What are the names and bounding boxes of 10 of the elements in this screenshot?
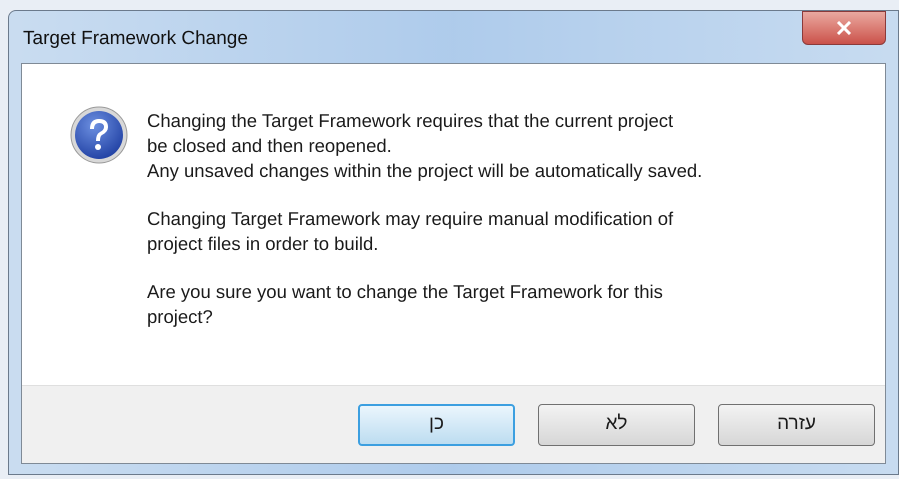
- message-text: Changing Target Framework may require manual modification of project files in order to build.: [147, 207, 674, 256]
- question-icon: [69, 105, 129, 165]
- window-title: Target Framework Change: [22, 26, 248, 51]
- dialog-button[interactable]: כן: [358, 404, 515, 446]
- message-text: Changing the Target Framework requires that the current project be closed and then reopened. Any unsaved changes within the project will be automatically saved.: [147, 109, 702, 183]
- close-button[interactable]: [802, 11, 886, 45]
- message-text: Are you sure you want to change the Target Framework for this project?: [147, 280, 664, 329]
- dialog-button[interactable]: עזרה: [718, 404, 875, 446]
- dialog-button[interactable]: לא: [538, 404, 695, 446]
- close-icon: [836, 21, 852, 35]
